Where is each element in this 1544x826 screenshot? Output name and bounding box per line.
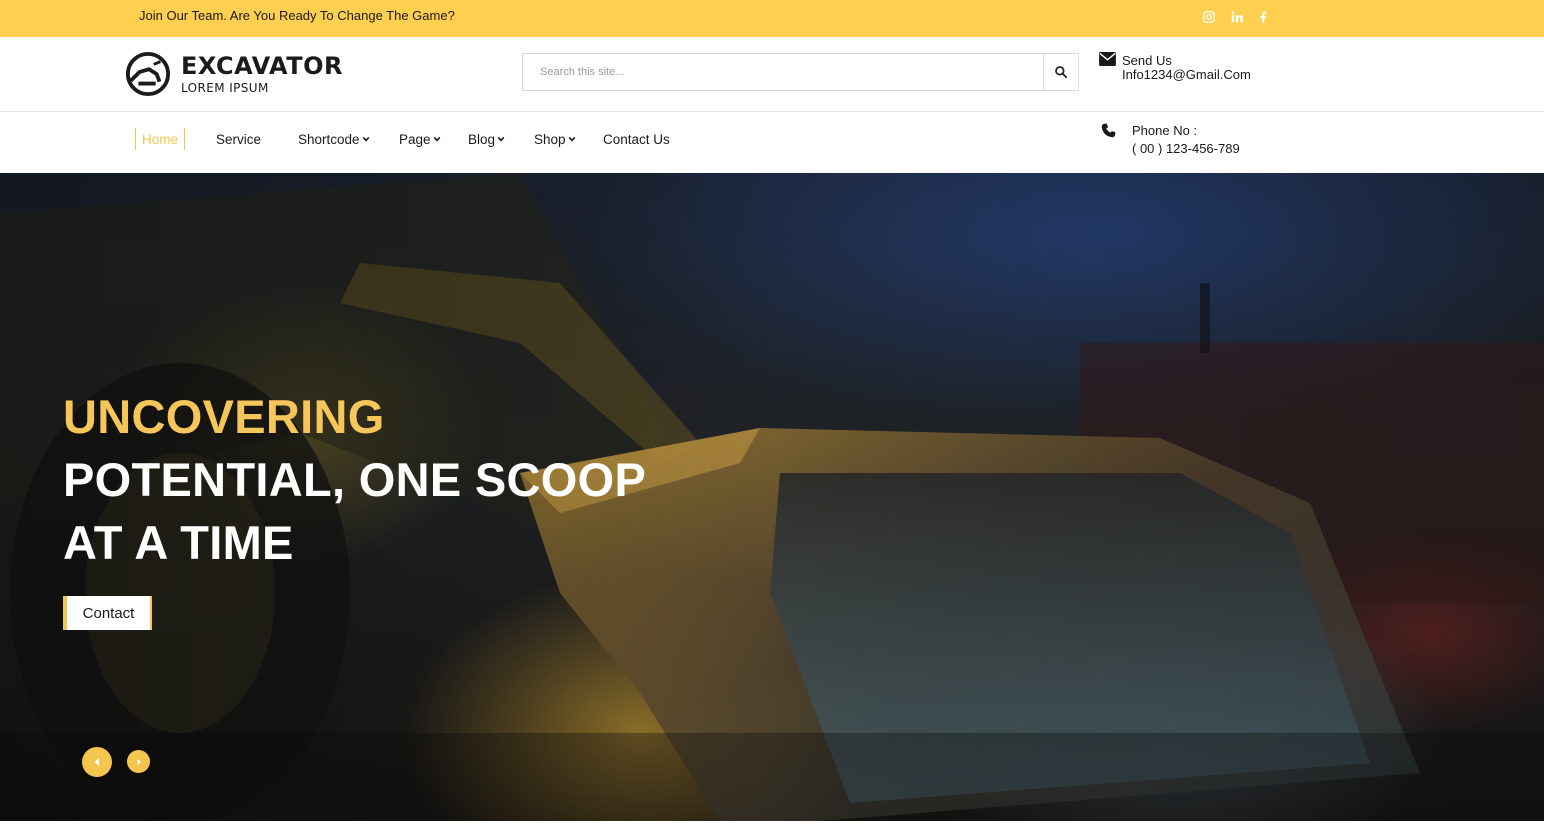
brand-subtitle: LOREM IPSUM: [181, 81, 269, 95]
nav-item-label: Contact Us: [603, 131, 670, 147]
linkedin-icon[interactable]: [1228, 8, 1246, 26]
phone-contact: Phone No : ( 00 ) 123-456-789: [1100, 122, 1270, 162]
nav-item-blog[interactable]: Blog: [468, 128, 505, 150]
hero-title-line: POTENTIAL, ONE SCOOP: [63, 453, 647, 506]
instagram-icon[interactable]: [1200, 8, 1218, 26]
search-icon: [1055, 66, 1068, 79]
email-value[interactable]: Info1234@Gmail.Com: [1122, 67, 1251, 82]
main-nav: Home Service Shortcode Page Blog Shop Co…: [0, 112, 1544, 173]
top-bar-tagline: Join Our Team. Are You Ready To Change T…: [139, 8, 455, 23]
nav-item-service[interactable]: Service: [216, 128, 261, 150]
search-button[interactable]: [1043, 54, 1078, 90]
nav-item-label: Shop: [534, 131, 566, 147]
top-bar: Join Our Team. Are You Ready To Change T…: [0, 0, 1544, 37]
phone-label: Phone No :: [1132, 123, 1198, 138]
caret-right-icon: [136, 758, 141, 765]
brand-name: EXCAVATOR: [181, 52, 344, 80]
search-bar: [522, 53, 1079, 91]
search-input[interactable]: [523, 54, 1044, 90]
email-contact: Send Us Info1234@Gmail.Com: [1099, 52, 1269, 88]
nav-item-label: Shortcode: [298, 131, 360, 147]
nav-item-label: Service: [216, 131, 262, 147]
hero-title: UNCOVERING POTENTIAL, ONE SCOOP AT A TIM…: [63, 385, 763, 574]
nav-item-shortcode[interactable]: Shortcode: [298, 128, 370, 150]
slider-next-button[interactable]: [127, 750, 150, 773]
phone-icon: [1101, 123, 1116, 138]
nav-item-home[interactable]: Home: [135, 128, 186, 150]
chevron-down-icon: [497, 136, 505, 142]
caret-left-icon: [94, 758, 99, 766]
nav-item-label: Home: [142, 131, 179, 147]
phone-value[interactable]: ( 00 ) 123-456-789: [1132, 141, 1240, 156]
hero-slider: UNCOVERING POTENTIAL, ONE SCOOP AT A TIM…: [0, 173, 1544, 821]
header: EXCAVATOR LOREM IPSUM Send Us Info1234@G…: [0, 37, 1544, 112]
contact-button[interactable]: Contact: [63, 596, 152, 630]
nav-item-page[interactable]: Page: [399, 128, 441, 150]
nav-item-contact-us[interactable]: Contact Us: [603, 128, 670, 150]
hero-title-accent: UNCOVERING: [63, 390, 385, 443]
facebook-icon[interactable]: [1254, 8, 1272, 26]
logo[interactable]: EXCAVATOR LOREM IPSUM: [125, 51, 355, 99]
nav-item-shop[interactable]: Shop: [534, 128, 576, 150]
email-label: Send Us: [1122, 53, 1172, 68]
chevron-down-icon: [362, 136, 369, 142]
nav-item-label: Blog: [468, 131, 496, 147]
slider-prev-button[interactable]: [82, 747, 112, 777]
excavator-logo-icon: [125, 51, 171, 97]
nav-item-label: Page: [399, 131, 431, 147]
chevron-down-icon: [568, 136, 575, 142]
chevron-down-icon: [433, 136, 440, 142]
envelope-icon: [1099, 52, 1116, 66]
hero-title-line: AT A TIME: [63, 516, 294, 569]
